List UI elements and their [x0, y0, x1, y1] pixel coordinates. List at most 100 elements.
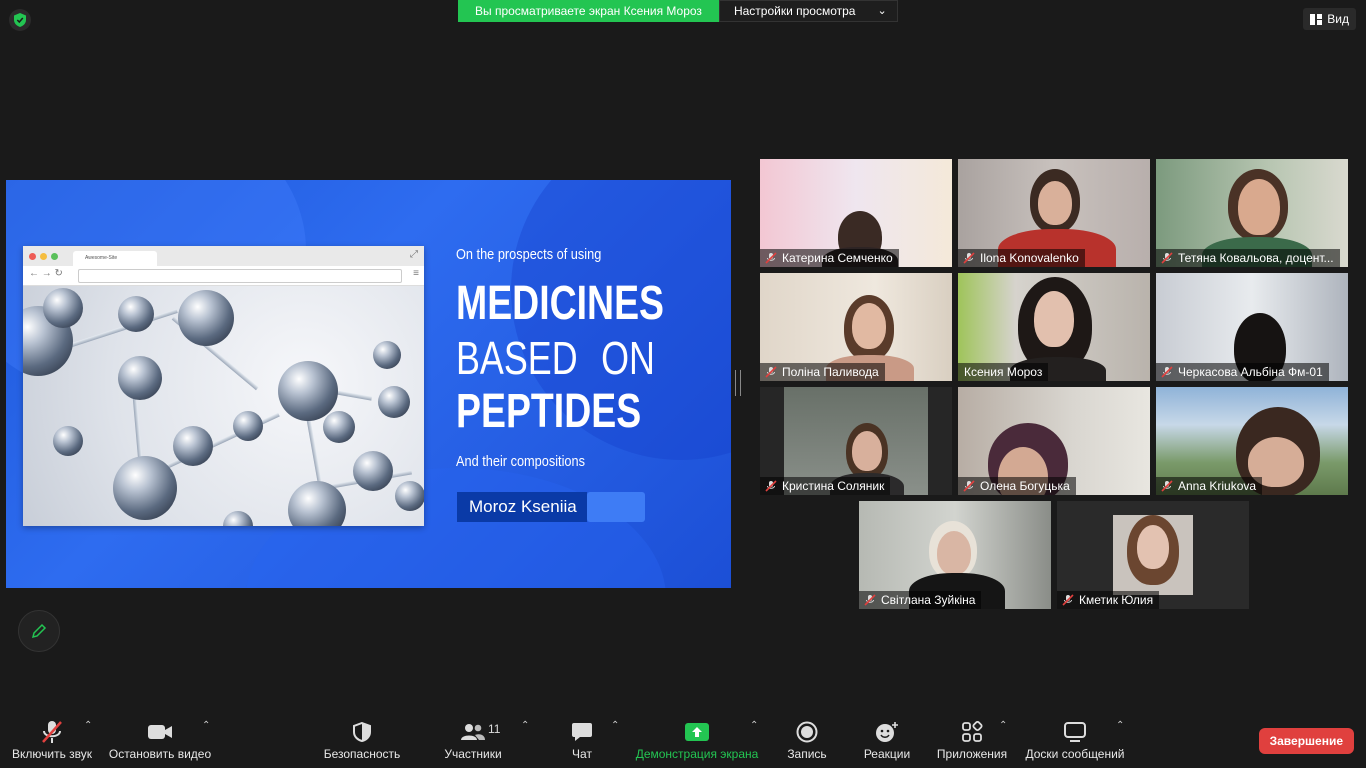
muted-mic-icon — [39, 720, 65, 744]
participant-name: Світлана Зуйкіна — [881, 593, 976, 607]
muted-mic-icon — [963, 480, 975, 492]
record-label: Запись — [787, 747, 827, 761]
share-screen-label: Демонстрация экрана — [635, 747, 759, 761]
muted-mic-icon — [1161, 252, 1173, 264]
reactions-button[interactable]: Реакции — [862, 712, 912, 768]
participants-options-caret[interactable]: ⌃ — [521, 720, 529, 731]
participant-tile[interactable]: Ilona Konovalenko — [958, 159, 1150, 267]
security-shield-icon[interactable] — [9, 9, 31, 31]
stop-video-label: Остановить видео — [108, 747, 212, 761]
chat-button[interactable]: Чат — [562, 712, 602, 768]
stop-video-button[interactable]: Остановить видео — [106, 712, 214, 768]
participant-tile[interactable]: Кметик Юлия — [1057, 501, 1249, 609]
participant-name: Ilona Konovalenko — [980, 251, 1079, 265]
view-button-label: Вид — [1327, 12, 1349, 26]
chevron-down-icon: ⌄ — [877, 5, 887, 17]
security-label: Безопасность — [323, 747, 401, 761]
slide-author-box: Moroz Kseniia — [457, 492, 645, 522]
participants-count: 11 — [488, 722, 501, 736]
security-button[interactable]: Безопасность — [322, 712, 402, 768]
chat-options-caret[interactable]: ⌃ — [611, 720, 619, 731]
slide-title-line3: PEPTIDES — [456, 385, 642, 438]
apps-label: Приложения — [936, 747, 1008, 761]
muted-mic-icon — [1161, 480, 1173, 492]
participant-name: Поліна Паливода — [782, 365, 879, 379]
slide-title-line2: BASED ON — [456, 331, 655, 385]
share-screen-arrow-icon — [684, 720, 710, 744]
participants-icon — [460, 720, 486, 744]
participant-name: Anna Kriukova — [1178, 479, 1257, 493]
apps-icon — [959, 720, 985, 744]
menu-icon: ≡ — [413, 268, 419, 279]
apps-options-caret[interactable]: ⌃ — [999, 720, 1007, 731]
whiteboards-options-caret[interactable]: ⌃ — [1116, 720, 1124, 731]
video-camera-icon — [147, 720, 173, 744]
participant-tile[interactable]: Світлана Зуйкіна — [859, 501, 1051, 609]
share-options-caret[interactable]: ⌃ — [750, 720, 758, 731]
slide-author: Moroz Kseniia — [457, 492, 587, 522]
slide-title-line1: MEDICINES — [456, 277, 665, 330]
chat-label: Чат — [572, 747, 592, 761]
muted-mic-icon — [765, 366, 777, 378]
reactions-label: Реакции — [863, 747, 911, 761]
participants-label: Участники — [444, 747, 502, 761]
record-icon — [794, 720, 820, 744]
participant-name: Черкасова Альбіна Фм-01 — [1178, 365, 1323, 379]
participant-tile[interactable]: Тетяна Ковальова, доцент... — [1156, 159, 1348, 267]
split-view-resize-handle[interactable] — [735, 370, 741, 396]
participant-tile[interactable]: Кристина Соляник — [760, 387, 952, 495]
participant-tile[interactable]: Anna Kriukova — [1156, 387, 1348, 495]
participant-tile[interactable]: Катерина Семченко — [760, 159, 952, 267]
slide-title-based: BASED — [456, 332, 578, 384]
meeting-toolbar: Включить звук ⌃ Остановить видео ⌃ Безоп… — [0, 712, 1366, 768]
participant-tile[interactable]: Поліна Паливода — [760, 273, 952, 381]
whiteboards-label: Доски сообщений — [1025, 747, 1125, 761]
unmute-label: Включить звук — [11, 747, 93, 761]
annotate-pencil-button[interactable] — [18, 610, 60, 652]
participant-tile-active-speaker[interactable]: Ксения Мороз — [958, 273, 1150, 381]
end-meeting-button[interactable]: Завершение — [1258, 728, 1354, 754]
share-screen-button[interactable]: Демонстрация экрана — [634, 712, 760, 768]
audio-options-caret[interactable]: ⌃ — [84, 720, 92, 731]
shared-screen-slide: Awesome-Site ⤢ ← → ↻ ≡ On the prospects … — [6, 180, 731, 588]
screen-share-banner: Вы просматриваете экран Ксения Мороз Нас… — [458, 0, 898, 22]
muted-mic-icon — [1062, 594, 1074, 606]
view-settings-label: Настройки просмотра — [733, 4, 856, 18]
muted-mic-icon — [765, 252, 777, 264]
video-options-caret[interactable]: ⌃ — [202, 720, 210, 731]
browser-nav-icon: ← → ↻ — [29, 268, 63, 279]
record-button[interactable]: Запись — [784, 712, 830, 768]
participant-name: Катерина Семченко — [782, 251, 893, 265]
unmute-button[interactable]: Включить звук — [8, 712, 96, 768]
participant-name: Кристина Соляник — [782, 479, 885, 493]
smiley-plus-icon — [874, 720, 900, 744]
muted-mic-icon — [864, 594, 876, 606]
browser-mockup-image: Awesome-Site ⤢ ← → ↻ ≡ — [23, 246, 424, 526]
participants-button[interactable]: 11 Участники — [440, 712, 506, 768]
slide-title-block: On the prospects of using MEDICINES BASE… — [456, 246, 666, 470]
chat-bubble-icon — [569, 720, 595, 744]
whiteboards-button[interactable]: Доски сообщений — [1022, 712, 1128, 768]
browser-tab: Awesome-Site — [73, 251, 157, 266]
participant-name: Кметик Юлия — [1079, 593, 1154, 607]
participant-name: Олена Богуцька — [980, 479, 1070, 493]
slide-subtitle: On the prospects of using — [456, 246, 602, 263]
molecule-image — [23, 286, 424, 526]
whiteboard-icon — [1062, 720, 1088, 744]
participant-tile[interactable]: Черкасова Альбіна Фм-01 — [1156, 273, 1348, 381]
sharing-status-text: Вы просматриваете экран Ксения Мороз — [458, 0, 719, 22]
muted-mic-icon — [765, 480, 777, 492]
muted-mic-icon — [1161, 366, 1173, 378]
participant-tile[interactable]: Олена Богуцька — [958, 387, 1150, 495]
view-button[interactable]: Вид — [1303, 8, 1356, 30]
view-settings-dropdown[interactable]: Настройки просмотра ⌄ — [718, 0, 898, 22]
slide-title-on: ON — [601, 332, 655, 384]
muted-mic-icon — [963, 252, 975, 264]
pencil-icon — [31, 623, 47, 639]
expand-icon: ⤢ — [410, 249, 418, 260]
participant-name: Ксения Мороз — [964, 365, 1043, 379]
participant-name: Тетяна Ковальова, доцент... — [1178, 251, 1334, 265]
grid-view-icon — [1310, 13, 1323, 25]
shield-icon — [349, 720, 375, 744]
slide-subtitle-2: And their compositions — [456, 453, 585, 470]
